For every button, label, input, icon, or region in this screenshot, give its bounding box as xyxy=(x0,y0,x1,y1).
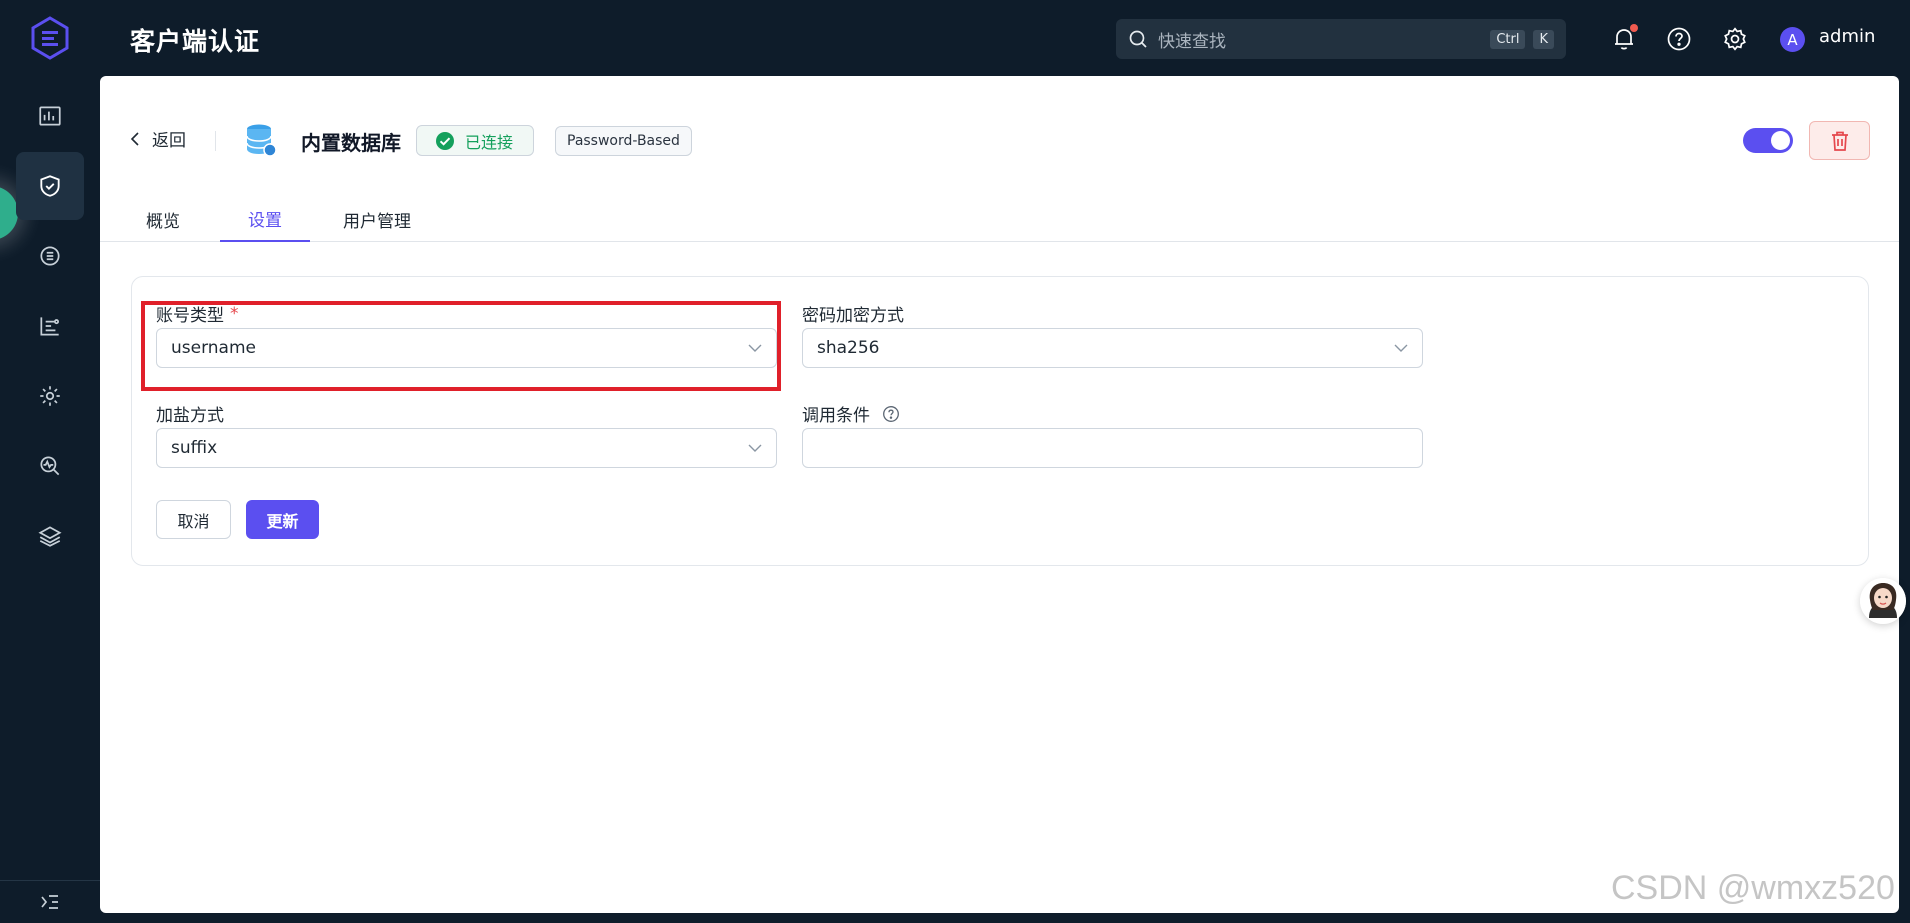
check-circle-icon xyxy=(436,131,454,150)
salt-position-value: suffix xyxy=(171,438,218,458)
cancel-button[interactable]: 取消 xyxy=(156,500,231,539)
dashboard-icon xyxy=(39,106,63,126)
sidebar-item-dashboard[interactable] xyxy=(16,82,84,150)
help-icon xyxy=(1667,27,1691,51)
password-hash-value: sha256 xyxy=(817,338,880,358)
account-type-label: 账号类型 * xyxy=(156,301,239,327)
salt-position-select[interactable]: suffix xyxy=(156,428,777,468)
search-placeholder: 快速查找 xyxy=(1158,31,1226,52)
precondition-label-text: 调用条件 xyxy=(802,406,870,426)
app-logo-icon[interactable] xyxy=(28,15,72,61)
header-divider xyxy=(215,131,216,151)
help-button[interactable] xyxy=(1665,25,1693,53)
page-title: 客户端认证 xyxy=(130,27,261,56)
precondition-label: 调用条件 xyxy=(802,401,900,426)
sidebar-item-integration[interactable] xyxy=(16,222,84,290)
shield-check-icon xyxy=(40,175,60,197)
question-circle-icon[interactable] xyxy=(882,405,900,423)
chevron-down-icon xyxy=(748,444,762,452)
assistant-avatar[interactable] xyxy=(1860,578,1906,624)
sidebar-item-extensions[interactable] xyxy=(16,502,84,570)
settings-form: 账号类型 * username 密码加密方式 sha256 加盐方式 suffi… xyxy=(131,276,1869,566)
status-badge: 已连接 xyxy=(416,125,535,156)
diagnose-icon xyxy=(40,456,60,476)
account-type-select[interactable]: username xyxy=(156,328,777,368)
notification-button[interactable] xyxy=(1610,24,1638,53)
authenticator-title: 内置数据库 xyxy=(301,131,401,155)
avatar[interactable]: A xyxy=(1780,27,1805,52)
search-bar[interactable]: 快速查找 Ctrl K xyxy=(1116,19,1566,59)
trash-icon xyxy=(1831,131,1848,151)
collapse-sidebar-button[interactable] xyxy=(0,880,100,923)
precondition-input[interactable] xyxy=(802,428,1423,468)
tab-settings[interactable]: 设置 xyxy=(220,202,310,242)
chevron-left-icon xyxy=(130,131,139,146)
search-icon xyxy=(1129,30,1147,48)
username-label[interactable]: admin xyxy=(1819,26,1875,47)
password-hash-label: 密码加密方式 xyxy=(802,306,904,326)
gear-icon xyxy=(40,386,60,406)
app-root: 客户端认证 快速查找 Ctrl K A admin 返回 内置数据库 已连接 P… xyxy=(0,0,1910,923)
account-type-label-text: 账号类型 xyxy=(156,306,224,326)
back-button[interactable]: 返回 xyxy=(130,126,186,151)
shortcut-ctrl: Ctrl xyxy=(1490,29,1526,49)
salt-position-label: 加盐方式 xyxy=(156,406,224,426)
status-label: 已连接 xyxy=(465,132,514,152)
required-mark: * xyxy=(230,303,239,324)
tab-overview[interactable]: 概览 xyxy=(133,202,193,242)
password-hash-select[interactable]: sha256 xyxy=(802,328,1423,368)
integration-icon xyxy=(40,246,60,266)
shortcut-k: K xyxy=(1533,29,1554,49)
mechanism-badge: Password-Based xyxy=(555,126,692,156)
sidebar-item-settings[interactable] xyxy=(16,362,84,430)
sidebar-item-data-flow[interactable] xyxy=(16,292,84,360)
enable-toggle[interactable] xyxy=(1743,128,1793,153)
toggle-knob xyxy=(1771,131,1790,150)
watermark: CSDN @wmxz520 xyxy=(1611,869,1895,907)
main-panel: 返回 内置数据库 已连接 Password-Based 概览 设置 用户管理 账… xyxy=(100,76,1899,913)
flow-icon xyxy=(40,317,59,336)
chevron-down-icon xyxy=(748,344,762,352)
notification-dot xyxy=(1630,24,1638,32)
account-type-value: username xyxy=(171,338,256,358)
settings-button[interactable] xyxy=(1721,25,1749,53)
sidebar-item-diagnose[interactable] xyxy=(16,432,84,500)
sidebar xyxy=(0,0,100,923)
update-button[interactable]: 更新 xyxy=(246,500,319,539)
chevron-down-icon xyxy=(1394,344,1408,352)
database-icon xyxy=(245,123,277,161)
sidebar-item-access-control[interactable] xyxy=(16,152,84,220)
layers-icon xyxy=(38,526,62,547)
tab-user-management[interactable]: 用户管理 xyxy=(332,202,422,242)
delete-button[interactable] xyxy=(1809,121,1870,160)
tab-bar: 概览 设置 用户管理 xyxy=(100,202,1899,242)
collapse-icon xyxy=(41,895,58,909)
gear-icon xyxy=(1724,27,1746,51)
back-label: 返回 xyxy=(152,131,186,151)
